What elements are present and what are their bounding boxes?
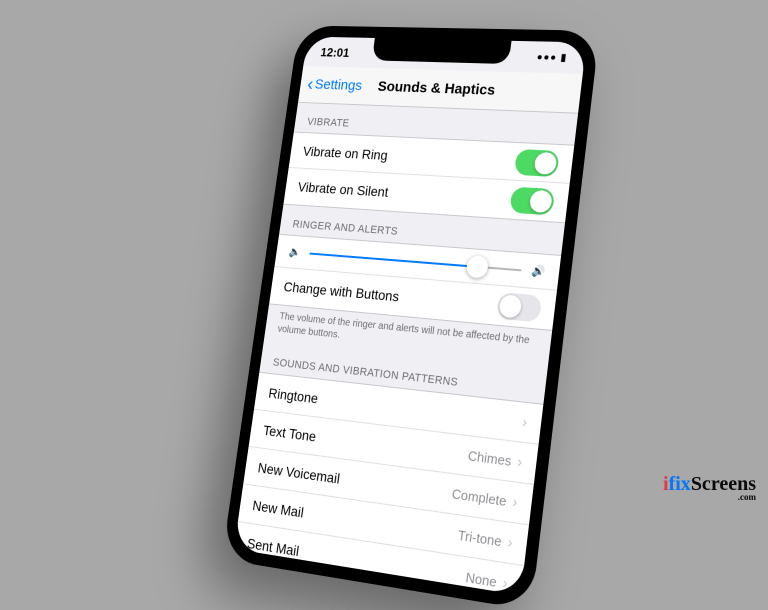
chevron-right-icon: ›: [511, 493, 518, 512]
slider-thumb[interactable]: [466, 255, 490, 279]
volume-slider[interactable]: [309, 252, 522, 271]
row-label: Vibrate on Silent: [297, 179, 512, 208]
phone-frame: 12:01 ●●● ▮ ‹ Settings Sounds & Haptics …: [222, 25, 600, 610]
speaker-high-icon: 🔊: [531, 264, 546, 278]
speaker-low-icon: 🔈: [288, 245, 302, 258]
chevron-right-icon: ›: [516, 453, 523, 472]
screen: 12:01 ●●● ▮ ‹ Settings Sounds & Haptics …: [234, 37, 587, 596]
chevron-right-icon: ›: [501, 574, 508, 593]
notch: [372, 38, 512, 64]
chevron-right-icon: ›: [506, 533, 513, 552]
page-title: Sounds & Haptics: [377, 78, 496, 98]
row-value: None: [465, 569, 498, 590]
row-value: Complete: [451, 486, 507, 509]
status-icons: ●●● ▮: [536, 52, 568, 64]
back-label: Settings: [314, 76, 363, 93]
row-value: Tri-tone: [457, 527, 503, 549]
chevron-right-icon: ›: [521, 413, 528, 431]
row-value: Chimes: [467, 448, 512, 469]
watermark: ifixScreens .com: [663, 473, 756, 502]
patterns-group: Ringtone › Text Tone Chimes › New Voicem…: [234, 372, 544, 596]
change-buttons-toggle[interactable]: [496, 292, 542, 322]
vibrate-silent-toggle[interactable]: [509, 187, 555, 216]
back-button[interactable]: ‹ Settings: [306, 75, 363, 95]
status-time: 12:01: [320, 45, 351, 60]
row-label: Vibrate on Ring: [302, 143, 516, 169]
vibrate-ring-toggle[interactable]: [514, 148, 560, 176]
